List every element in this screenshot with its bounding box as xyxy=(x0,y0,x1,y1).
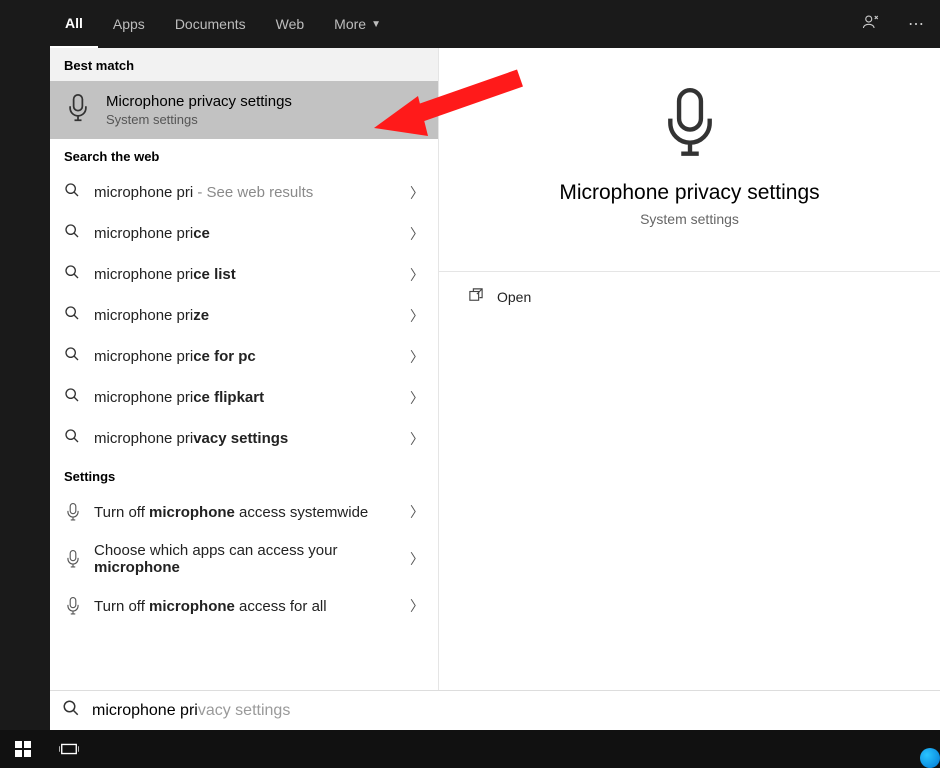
chevron-right-icon: 〉 xyxy=(410,183,424,203)
tab-all[interactable]: All xyxy=(50,0,98,48)
task-view-button[interactable] xyxy=(46,730,92,768)
web-result-row[interactable]: microphone price for pc〉 xyxy=(50,336,438,377)
search-input-text: microphone privacy settings xyxy=(92,702,290,720)
search-icon xyxy=(64,182,82,203)
search-icon xyxy=(64,346,82,367)
preview-subtitle: System settings xyxy=(469,211,910,227)
settings-result-label: Turn off microphone access systemwide xyxy=(94,504,410,521)
preview-hero: Microphone privacy settings System setti… xyxy=(439,48,940,247)
tab-more[interactable]: More ▼ xyxy=(319,0,396,48)
microphone-icon xyxy=(64,597,82,615)
web-result-label: microphone pri - See web results xyxy=(94,184,410,201)
start-button[interactable] xyxy=(0,730,46,768)
feedback-icon[interactable] xyxy=(856,7,886,42)
search-scope-tabs: All Apps Documents Web More ▼ ⋯ xyxy=(0,0,940,48)
chevron-down-icon: ▼ xyxy=(371,19,381,30)
chevron-right-icon: 〉 xyxy=(410,502,424,522)
search-icon xyxy=(64,428,82,449)
preview-pane: Microphone privacy settings System setti… xyxy=(438,48,940,690)
web-result-label: microphone price flipkart xyxy=(94,389,410,406)
open-label: Open xyxy=(497,289,531,305)
settings-result-label: Turn off microphone access for all xyxy=(94,598,410,615)
microphone-icon xyxy=(64,503,82,521)
chevron-right-icon: 〉 xyxy=(410,224,424,244)
cortana-icon[interactable] xyxy=(920,748,940,768)
preview-actions: Open xyxy=(439,271,940,321)
search-icon xyxy=(64,305,82,326)
web-result-row[interactable]: microphone privacy settings〉 xyxy=(50,418,438,459)
search-web-header: Search the web xyxy=(50,139,438,172)
search-typed: microphone pri xyxy=(92,702,198,719)
settings-result-row[interactable]: Turn off microphone access for all〉 xyxy=(50,586,438,626)
web-result-label: microphone prize xyxy=(94,307,410,324)
search-icon xyxy=(62,699,80,722)
open-action[interactable]: Open xyxy=(439,272,940,321)
chevron-right-icon: 〉 xyxy=(410,388,424,408)
open-icon xyxy=(469,288,483,305)
chevron-right-icon: 〉 xyxy=(410,265,424,285)
settings-result-label: Choose which apps can access your microp… xyxy=(94,542,410,576)
tab-documents[interactable]: Documents xyxy=(160,0,261,48)
web-result-label: microphone price for pc xyxy=(94,348,410,365)
best-match-header: Best match xyxy=(50,48,438,81)
web-result-label: microphone price xyxy=(94,225,410,242)
microphone-icon xyxy=(64,550,82,568)
topbar-right-controls: ⋯ xyxy=(856,7,930,42)
web-result-row[interactable]: microphone pri - See web results〉 xyxy=(50,172,438,213)
chevron-right-icon: 〉 xyxy=(410,596,424,616)
chevron-right-icon: 〉 xyxy=(410,347,424,367)
settings-result-row[interactable]: Turn off microphone access systemwide〉 xyxy=(50,492,438,532)
taskbar xyxy=(0,730,940,768)
left-black-strip xyxy=(0,0,50,730)
search-autocomplete-ghost: vacy settings xyxy=(198,702,290,719)
microphone-icon xyxy=(64,94,92,127)
best-match-title: Microphone privacy settings xyxy=(106,93,292,110)
best-match-result[interactable]: Microphone privacy settings System setti… xyxy=(50,81,438,139)
results-panel: Best match Microphone privacy settings S… xyxy=(50,48,940,690)
web-result-row[interactable]: microphone price flipkart〉 xyxy=(50,377,438,418)
web-result-row[interactable]: microphone price〉 xyxy=(50,213,438,254)
preview-title: Microphone privacy settings xyxy=(469,181,910,205)
best-match-texts: Microphone privacy settings System setti… xyxy=(106,93,292,127)
web-result-row[interactable]: microphone price list〉 xyxy=(50,254,438,295)
results-list: Best match Microphone privacy settings S… xyxy=(50,48,438,690)
tab-web[interactable]: Web xyxy=(261,0,320,48)
more-options-icon[interactable]: ⋯ xyxy=(902,8,930,40)
best-match-subtitle: System settings xyxy=(106,112,292,127)
chevron-right-icon: 〉 xyxy=(410,306,424,326)
chevron-right-icon: 〉 xyxy=(410,549,424,569)
web-result-row[interactable]: microphone prize〉 xyxy=(50,295,438,336)
search-icon xyxy=(64,264,82,285)
settings-header: Settings xyxy=(50,459,438,492)
web-result-label: microphone privacy settings xyxy=(94,430,410,447)
search-input-bar[interactable]: microphone privacy settings xyxy=(50,690,940,730)
search-icon xyxy=(64,223,82,244)
tab-apps[interactable]: Apps xyxy=(98,0,160,48)
search-icon xyxy=(64,387,82,408)
microphone-large-icon xyxy=(662,88,718,158)
web-result-label: microphone price list xyxy=(94,266,410,283)
tab-more-label: More xyxy=(334,16,366,32)
settings-result-row[interactable]: Choose which apps can access your microp… xyxy=(50,532,438,586)
chevron-right-icon: 〉 xyxy=(410,429,424,449)
